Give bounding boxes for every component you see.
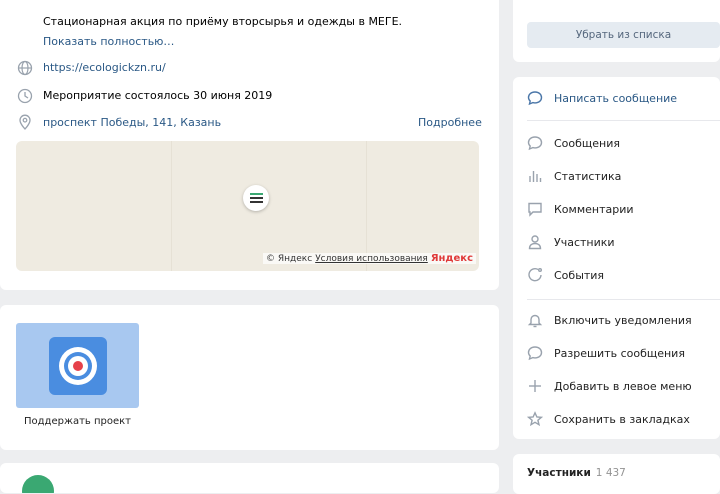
support-tile[interactable] <box>16 323 139 408</box>
sidebar-item-label: Комментарии <box>554 202 634 216</box>
website-link[interactable]: https://ecologickzn.ru/ <box>43 61 166 74</box>
details-link[interactable]: Подробнее <box>418 116 482 129</box>
event-info-card: Стационарная акция по приёму вторсырья и… <box>0 0 499 290</box>
calendar-icon <box>527 267 543 283</box>
action-label: Сохранить в закладках <box>554 412 690 426</box>
sidebar-item-label: Статистика <box>554 169 622 183</box>
clock-icon <box>17 88 33 104</box>
sidebar-divider <box>527 120 720 121</box>
target-icon <box>48 336 107 395</box>
plus-icon <box>527 378 543 394</box>
map-marker[interactable] <box>243 185 269 211</box>
enable-notifications-button[interactable]: Включить уведомления <box>527 312 692 328</box>
allow-messages-button[interactable]: Разрешить сообщения <box>527 345 685 361</box>
address-link[interactable]: проспект Победы, 141, Казань <box>43 116 221 129</box>
map-grid-line <box>171 141 172 271</box>
members-count: 1 437 <box>595 467 626 479</box>
sidebar-item-messages[interactable]: Сообщения <box>527 135 620 151</box>
sidebar-item-label: Участники <box>554 235 615 249</box>
chat-bubble-icon <box>527 345 543 361</box>
marker-bar <box>249 197 263 199</box>
star-icon <box>527 411 543 427</box>
members-heading[interactable]: Участники <box>527 467 591 479</box>
action-label: Добавить в левое меню <box>554 379 692 393</box>
next-post-card <box>0 463 499 493</box>
sidebar-item-statistics[interactable]: Статистика <box>527 168 621 184</box>
comment-icon <box>527 201 543 217</box>
action-label: Разрешить сообщения <box>554 346 685 360</box>
sidebar-members-card: Участники 1 437 <box>513 454 720 494</box>
location-pin-icon <box>17 114 33 130</box>
marker-bar <box>249 201 263 203</box>
bell-icon <box>527 312 543 328</box>
yandex-logo[interactable]: Яндекс <box>431 253 473 264</box>
chat-bubble-icon <box>527 90 543 106</box>
remove-button-label: Убрать из списка <box>575 29 672 41</box>
support-label[interactable]: Поддержать проект <box>24 416 131 427</box>
sidebar-divider <box>527 299 720 300</box>
sidebar-top-card: Убрать из списка <box>513 0 720 62</box>
globe-icon <box>17 60 33 76</box>
marker-bar <box>249 193 263 195</box>
avatar[interactable] <box>22 475 54 493</box>
map-copyright: © Яндекс <box>266 253 313 264</box>
write-message-label: Написать сообщение <box>554 91 678 105</box>
sidebar-item-label: События <box>554 268 605 282</box>
map-terms-link[interactable]: Условия использования <box>315 254 428 264</box>
chat-bubble-icon <box>527 135 543 151</box>
action-label: Включить уведомления <box>554 313 692 327</box>
remove-from-list-button[interactable]: Убрать из списка <box>527 22 720 48</box>
sidebar-menu-card: Написать сообщение Сообщения Статистика … <box>513 77 720 439</box>
sidebar-item-label: Сообщения <box>554 136 621 150</box>
map-grid-line <box>366 141 367 271</box>
sidebar-item-members[interactable]: Участники <box>527 234 615 250</box>
add-to-left-menu-button[interactable]: Добавить в левое меню <box>527 378 692 394</box>
user-icon <box>527 234 543 250</box>
write-message-button[interactable]: Написать сообщение <box>527 90 677 106</box>
event-description: Стационарная акция по приёму вторсырья и… <box>43 15 403 28</box>
sidebar-item-comments[interactable]: Комментарии <box>527 201 634 217</box>
event-status: Мероприятие состоялось 30 июня 2019 <box>43 89 273 102</box>
show-more-link[interactable]: Показать полностью… <box>43 35 174 48</box>
save-to-bookmarks-button[interactable]: Сохранить в закладках <box>527 411 690 427</box>
yandex-map[interactable]: © Яндекс Условия использования Яндекс <box>16 141 479 271</box>
bar-chart-icon <box>527 168 543 184</box>
sidebar-item-events[interactable]: События <box>527 267 604 283</box>
support-project-card: Поддержать проект <box>0 305 499 450</box>
